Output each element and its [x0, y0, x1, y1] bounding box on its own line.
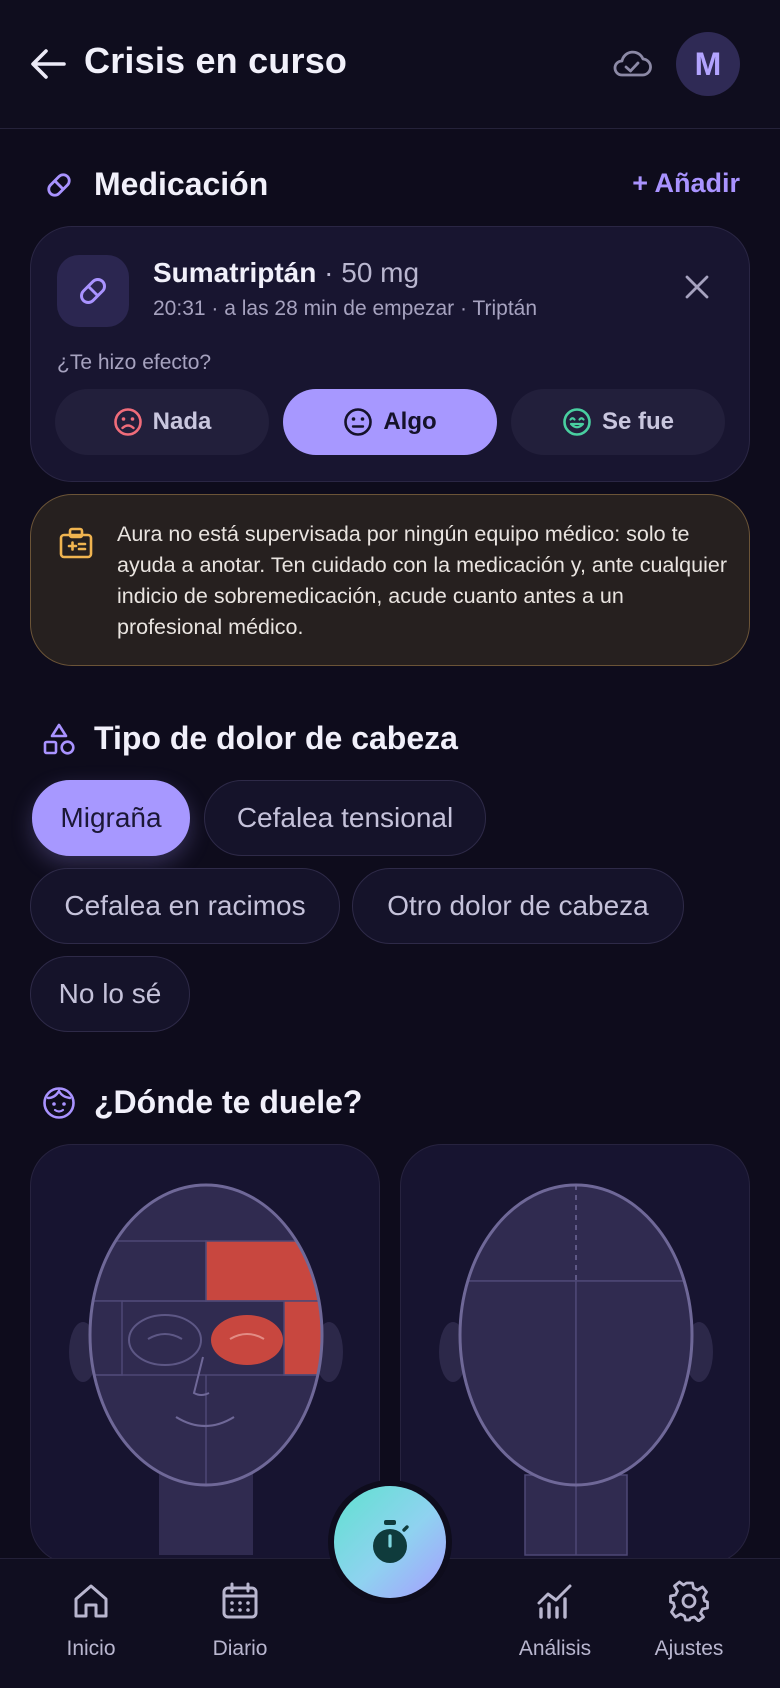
remove-medication-button[interactable] — [679, 269, 715, 305]
nav-diario-label: Diario — [212, 1637, 268, 1660]
arrow-left-icon — [31, 49, 66, 79]
happy-face-icon — [562, 407, 592, 437]
medication-title: Medicación — [94, 166, 269, 202]
medication-dose: · 50 mg — [324, 257, 420, 288]
nav-diario[interactable]: Diario — [170, 1579, 310, 1679]
effect-none-label: Nada — [152, 408, 212, 435]
medical-kit-icon — [57, 525, 95, 563]
effect-none-button[interactable]: Nada — [55, 389, 269, 455]
medication-card: Sumatriptán · 50 mg 20:31 · a las 28 min… — [30, 226, 750, 482]
timer-fab-button[interactable] — [334, 1486, 446, 1598]
medication-section-heading: Medicación — [42, 166, 268, 203]
stopwatch-icon — [373, 1520, 409, 1563]
neutral-face-icon — [343, 407, 373, 437]
nav-ajustes-label: Ajustes — [654, 1637, 724, 1660]
medical-disclaimer: Aura no está supervisada por ningún equi… — [30, 494, 750, 666]
effect-gone-label: Se fue — [601, 408, 675, 435]
nav-inicio[interactable]: Inicio — [21, 1579, 161, 1679]
effect-some-label: Algo — [383, 408, 437, 435]
effect-gone-button[interactable]: Se fue — [511, 389, 725, 455]
gear-icon — [667, 1579, 711, 1623]
chart-icon — [533, 1579, 577, 1623]
nav-analisis-label: Análisis — [518, 1637, 592, 1660]
chip-otro-dolor[interactable]: Otro dolor de cabeza — [352, 868, 684, 944]
headache-type-heading: Tipo de dolor de cabeza — [42, 720, 458, 757]
zone-back-right[interactable] — [575, 1280, 692, 1491]
head-front-map — [69, 1183, 343, 1555]
head-back-card — [400, 1144, 750, 1564]
medication-name-text: Sumatriptán — [153, 257, 317, 288]
calendar-icon — [218, 1579, 262, 1623]
chip-migrana[interactable]: Migraña — [32, 780, 190, 856]
nav-inicio-label: Inicio — [66, 1637, 116, 1660]
medication-meta: 20:31 · a las 28 min de empezar · Triptá… — [153, 297, 538, 320]
back-button[interactable] — [28, 44, 68, 84]
shapes-icon — [42, 722, 76, 756]
nav-analisis[interactable]: Análisis — [485, 1579, 625, 1679]
disclaimer-text: Aura no está supervisada por ningún equi… — [117, 522, 727, 639]
headache-type-title: Tipo de dolor de cabeza — [94, 720, 458, 756]
app-header: Crisis en curso M — [0, 0, 780, 129]
add-medication-button[interactable]: + Añadir — [632, 168, 740, 199]
avatar[interactable]: M — [676, 32, 740, 96]
pill-icon — [80, 278, 106, 304]
page-title: Crisis en curso — [84, 40, 348, 81]
chip-no-lo-se[interactable]: No lo sé — [30, 956, 190, 1032]
cloud-check-icon — [613, 50, 652, 77]
chip-cefalea-tensional[interactable]: Cefalea tensional — [204, 780, 486, 856]
home-icon — [69, 1579, 113, 1623]
head-back-map — [439, 1183, 713, 1556]
zone-forehead-left[interactable] — [90, 1240, 207, 1302]
medication-name: Sumatriptán · 50 mg — [153, 257, 419, 289]
zone-forehead-right[interactable] — [205, 1240, 322, 1302]
zone-back-left[interactable] — [460, 1280, 577, 1491]
pain-location-heading: ¿Dónde te duele? — [42, 1084, 362, 1121]
zone-temple-left[interactable] — [90, 1300, 123, 1376]
sync-status-button[interactable] — [610, 44, 654, 84]
medication-badge — [57, 255, 129, 327]
nav-ajustes[interactable]: Ajustes — [619, 1579, 759, 1679]
head-front-card — [30, 1144, 380, 1564]
effect-some-button[interactable]: Algo — [283, 389, 497, 455]
face-icon — [42, 1086, 76, 1120]
pill-icon — [42, 168, 76, 202]
zone-temple-right[interactable] — [283, 1300, 324, 1376]
effect-question: ¿Te hizo efecto? — [57, 351, 212, 374]
close-icon — [685, 275, 709, 299]
pain-location-title: ¿Dónde te duele? — [94, 1084, 363, 1120]
chip-cefalea-racimos[interactable]: Cefalea en racimos — [30, 868, 340, 944]
zone-eye-right[interactable] — [211, 1315, 283, 1365]
sad-face-icon — [113, 407, 143, 437]
